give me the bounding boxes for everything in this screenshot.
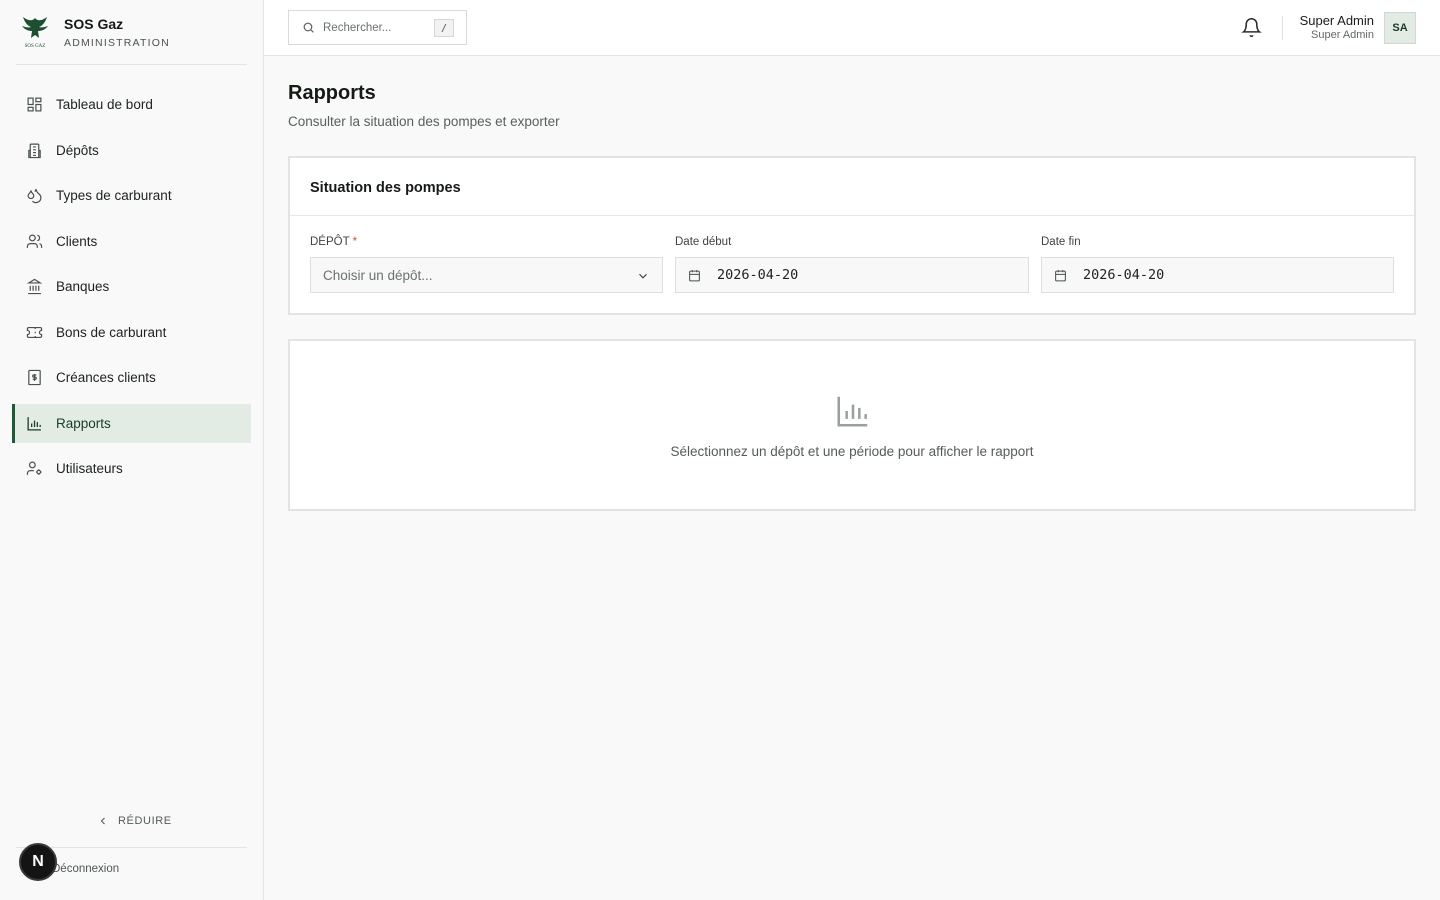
sidebar-item-dashboard[interactable]: Tableau de bord	[12, 85, 251, 124]
date-end-label: Date fin	[1041, 236, 1081, 248]
sidebar: SOS GAZ SOS Gaz ADMINISTRATION Tableau d…	[0, 0, 264, 900]
dashboard-icon	[26, 96, 43, 113]
receipt-dollar-icon	[26, 369, 43, 386]
page-subtitle: Consulter la situation des pompes et exp…	[288, 114, 560, 129]
sidebar-item-receivables[interactable]: Créances clients	[12, 358, 251, 397]
sidebar-item-label: Créances clients	[56, 370, 156, 385]
bank-icon	[26, 278, 43, 295]
sidebar-item-label: Bons de carburant	[56, 325, 167, 340]
empty-state-message: Sélectionnez un dépôt et une période pou…	[670, 444, 1034, 459]
sidebar-item-clients[interactable]: Clients	[12, 222, 251, 261]
user-name: Super Admin	[1299, 13, 1374, 28]
depot-select-placeholder: Choisir un dépôt...	[323, 267, 433, 283]
sidebar-item-label: Clients	[56, 234, 98, 249]
bar-chart-icon	[26, 415, 43, 432]
brand-name: SOS Gaz	[64, 16, 124, 32]
required-marker: *	[352, 236, 358, 248]
search-icon	[303, 22, 314, 33]
date-start-input[interactable]: 2026-04-20	[675, 257, 1029, 293]
search-box[interactable]: /	[288, 10, 467, 45]
sidebar-item-depots[interactable]: Dépôts	[12, 131, 251, 170]
sidebar-item-label: Utilisateurs	[56, 461, 123, 476]
card-title: Situation des pompes	[310, 180, 461, 196]
topbar-separator	[1282, 16, 1283, 40]
bar-chart-icon	[837, 396, 868, 427]
card-header: Situation des pompes	[290, 158, 1414, 216]
depot-label-text: DÉPÔT	[310, 236, 350, 248]
sidebar-item-label: Types de carburant	[56, 188, 172, 203]
sidebar-item-fuel-types[interactable]: Types de carburant	[12, 176, 251, 215]
logo-text: SOS GAZ	[25, 44, 46, 49]
avatar[interactable]: SA	[1384, 12, 1416, 44]
building-icon	[26, 142, 43, 159]
calendar-icon	[689, 269, 700, 281]
sidebar-item-reports[interactable]: Rapports	[12, 404, 251, 443]
collapse-label: RÉDUIRE	[118, 815, 172, 827]
topbar: / Super Admin Super Admin SA	[264, 0, 1440, 56]
users-icon	[26, 233, 43, 250]
report-empty-state: Sélectionnez un dépôt et une période pou…	[288, 339, 1416, 511]
collapse-sidebar-button[interactable]: RÉDUIRE	[97, 815, 172, 827]
date-start-value: 2026-04-20	[717, 267, 799, 283]
sidebar-item-users[interactable]: Utilisateurs	[12, 449, 251, 488]
sidebar-item-label: Banques	[56, 279, 110, 294]
user-role: Super Admin	[1311, 29, 1374, 41]
sidebar-item-label: Dépôts	[56, 143, 99, 158]
date-end-value: 2026-04-20	[1083, 267, 1165, 283]
eagle-logo-icon: SOS GAZ	[22, 17, 48, 49]
sidebar-item-fuel-vouchers[interactable]: Bons de carburant	[12, 313, 251, 352]
sidebar-item-label: Tableau de bord	[56, 97, 153, 112]
user-cog-icon	[26, 460, 43, 477]
logout-button[interactable]: Déconnexion	[52, 863, 119, 875]
search-shortcut-key: /	[434, 19, 454, 37]
search-input[interactable]	[323, 21, 423, 34]
ticket-icon	[26, 324, 43, 341]
date-start-label: Date début	[675, 236, 732, 248]
sidebar-item-banks[interactable]: Banques	[12, 267, 251, 306]
date-end-input[interactable]: 2026-04-20	[1041, 257, 1394, 293]
depot-select[interactable]: Choisir un dépôt...	[310, 257, 663, 293]
brand-subtitle: ADMINISTRATION	[64, 37, 170, 49]
pump-status-card: Situation des pompes DÉPÔT * Choisir un d…	[288, 156, 1416, 315]
sidebar-item-label: Rapports	[56, 416, 111, 431]
chevron-left-icon	[100, 817, 105, 825]
dev-tools-badge[interactable]: N	[19, 843, 57, 881]
brand: SOS GAZ SOS Gaz ADMINISTRATION	[16, 0, 247, 65]
notification-bell-icon[interactable]	[1241, 17, 1262, 38]
depot-label: DÉPÔT *	[310, 236, 357, 248]
page-title: Rapports	[288, 82, 376, 104]
calendar-icon	[1055, 269, 1066, 281]
droplets-icon	[26, 187, 43, 204]
chevron-down-icon	[639, 273, 647, 279]
